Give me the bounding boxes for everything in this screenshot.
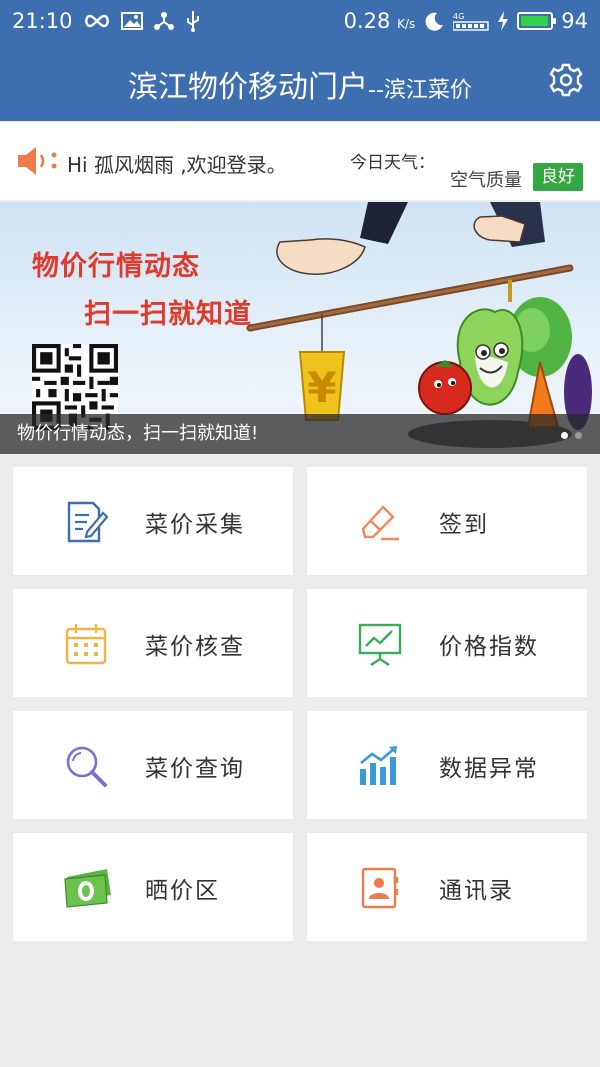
menu-price-share[interactable]: 晒价区 <box>13 833 293 941</box>
menu-data-anomaly[interactable]: 数据异常 <box>307 711 587 819</box>
svg-text:¥: ¥ <box>307 363 336 412</box>
network-speed: 0.28 K/s <box>343 9 416 33</box>
share-icon <box>153 11 175 31</box>
speaker-icon <box>16 144 60 178</box>
svg-text:4G: 4G <box>453 12 464 21</box>
silent-icon <box>423 11 445 31</box>
welcome-message: Hi 孤风烟雨 ,欢迎登录。 <box>67 153 287 177</box>
money-icon <box>63 865 111 911</box>
menu-price-verify[interactable]: 菜价核查 <box>13 589 293 697</box>
menu-price-query[interactable]: 菜价查询 <box>13 711 293 819</box>
contacts-icon <box>357 865 403 911</box>
menu-price-index[interactable]: 价格指数 <box>307 589 587 697</box>
carousel-dot-2[interactable] <box>575 432 582 439</box>
gear-icon[interactable] <box>548 62 584 98</box>
menu-label: 晒价区 <box>145 878 220 904</box>
banner-caption: 物价行情动态，扫一扫就知道! <box>0 414 600 454</box>
battery-icon <box>517 12 557 30</box>
image-icon <box>120 12 143 30</box>
menu-label: 菜价采集 <box>145 512 245 538</box>
page-subtitle: --滨江菜价 <box>368 78 472 103</box>
banner-slogan-2: 扫一扫就知道 <box>84 299 252 330</box>
charging-icon <box>497 11 509 31</box>
infinity-icon <box>83 13 111 29</box>
calendar-icon <box>63 621 109 667</box>
status-bar: 21:10 0.28 K/s 4G 94 <box>0 0 600 42</box>
menu-label: 菜价核查 <box>145 634 245 660</box>
menu-label: 通讯录 <box>439 878 514 904</box>
chart-board-icon <box>357 621 403 667</box>
battery-percent: 94 <box>561 9 588 33</box>
bar-trend-icon <box>357 743 403 789</box>
menu-label: 签到 <box>439 512 489 538</box>
usb-icon <box>185 10 201 32</box>
app-header: 滨江物价移动门户--滨江菜价 <box>0 52 600 114</box>
weather-label: 今日天气： <box>350 153 435 173</box>
magnifier-icon <box>63 743 109 789</box>
banner-slogan-1: 物价行情动态 <box>32 251 200 282</box>
status-time: 21:10 <box>12 9 73 33</box>
form-edit-icon <box>63 499 109 545</box>
menu-price-collect[interactable]: 菜价采集 <box>13 467 293 575</box>
air-quality-label: 空气质量 <box>450 170 522 191</box>
menu-label: 数据异常 <box>439 756 539 782</box>
signal-icon: 4G <box>453 11 489 31</box>
menu-sign-in[interactable]: 签到 <box>307 467 587 575</box>
eraser-pen-icon <box>357 499 403 545</box>
menu-label: 价格指数 <box>439 634 539 660</box>
air-quality-badge: 良好 <box>533 163 583 191</box>
page-title: 滨江物价移动门户--滨江菜价 <box>128 70 472 105</box>
menu-contacts[interactable]: 通讯录 <box>307 833 587 941</box>
menu-label: 菜价查询 <box>145 756 245 782</box>
carousel-dot-1[interactable] <box>561 432 568 439</box>
carousel-indicator[interactable] <box>561 432 582 439</box>
promo-banner[interactable]: 物价行情动态 扫一扫就知道 ¥ 物价行情动态，扫一扫就知道! <box>0 202 600 454</box>
